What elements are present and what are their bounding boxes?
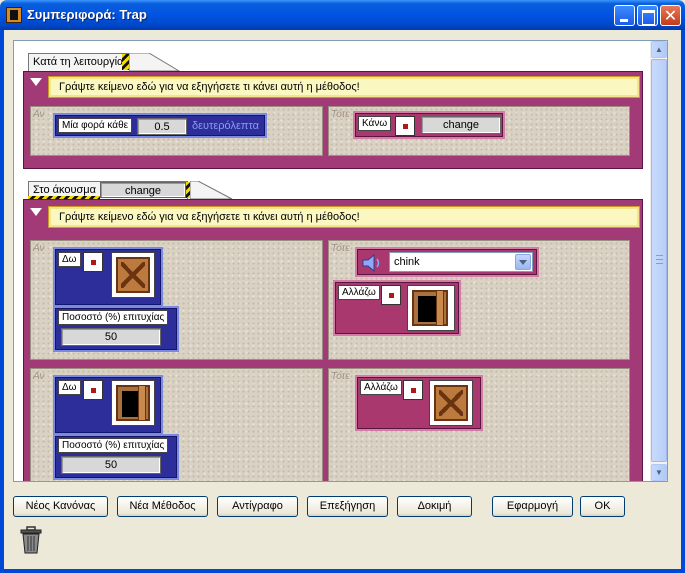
subrule-separator [24, 362, 642, 366]
window-frame-right [681, 30, 685, 573]
interval-field[interactable]: 0.5 [137, 118, 187, 135]
tab-slope [129, 53, 181, 72]
if-pane: Αν Δω Ποσοστό (%) επιτυχίας 50 [30, 240, 323, 360]
chance-label: Ποσοστό (%) επιτυχίας [58, 310, 169, 325]
target-selector-button[interactable] [381, 285, 401, 305]
closed-door-icon [116, 257, 150, 293]
explain-button[interactable]: Επεξήγηση [307, 496, 388, 517]
then-label: Τότε [331, 109, 350, 120]
seconds-label: δευτερόλεπτα [192, 120, 259, 132]
chance-condition[interactable]: Ποσοστό (%) επιτυχίας 50 [53, 306, 179, 352]
then-pane: Τότε Αλλάζω [328, 368, 630, 481]
ok-button[interactable]: OK [580, 496, 625, 517]
target-selector-button[interactable] [83, 252, 103, 272]
rule-tab-label: Κατά τη λειτουργία [33, 56, 124, 68]
change-label: Αλλάζω [338, 285, 380, 300]
rule-description[interactable]: Γράψτε κείμενο εδώ για να εξηγήσετε τι κ… [48, 76, 640, 98]
open-door-sprite[interactable] [111, 380, 155, 426]
target-selector-button[interactable] [403, 380, 423, 400]
chance-field[interactable]: 50 [61, 456, 161, 474]
rule-block-on-hearing: Γράψτε κείμενο εδώ για να εξηγήσετε τι κ… [23, 199, 643, 481]
then-label: Τότε [331, 371, 350, 382]
if-label: Αν [33, 371, 45, 382]
copy-button[interactable]: Αντίγραφο [217, 496, 298, 517]
grip-icon [656, 255, 663, 264]
collapse-arrow-icon[interactable] [30, 208, 42, 216]
chance-label: Ποσοστό (%) επιτυχίας [58, 438, 169, 453]
change-action[interactable]: Αλλάζω [333, 280, 461, 336]
closed-door-icon [434, 385, 468, 421]
if-label: Αν [33, 243, 45, 254]
see-label: Δω [58, 252, 81, 267]
do-action[interactable]: Κάνω change [353, 111, 505, 139]
sound-select-value: chink [394, 256, 420, 268]
timer-condition[interactable]: Μία φορά κάθε 0.5 δευτερόλεπτα [53, 113, 267, 138]
trigger-field[interactable]: change [100, 182, 186, 198]
vertical-scrollbar[interactable]: ▲ ▼ [650, 41, 667, 481]
then-pane: Τότε chink Αλλάζω [328, 240, 630, 360]
if-pane: Αν Μία φορά κάθε 0.5 δευτερόλεπτα [30, 106, 323, 156]
open-door-icon [116, 385, 150, 421]
speaker-icon [362, 254, 380, 272]
tab-slope [190, 181, 233, 200]
rule-tab-while-running[interactable]: Κατά τη λειτουργία [28, 53, 130, 71]
see-condition[interactable]: Δω [53, 247, 163, 307]
do-label: Κάνω [358, 116, 392, 131]
rule-block-while-running: Γράψτε κείμενο εδώ για να εξηγήσετε τι κ… [23, 71, 643, 169]
scroll-down-button[interactable]: ▼ [651, 464, 667, 481]
new-method-button[interactable]: Νέα Μέθοδος [117, 496, 208, 517]
open-door-sprite[interactable] [407, 285, 455, 331]
close-icon: ✕ [663, 6, 678, 25]
new-rule-button[interactable]: Νέος Κανόνας [13, 496, 108, 517]
target-selector-button[interactable] [395, 116, 415, 136]
chance-field[interactable]: 50 [61, 328, 161, 346]
if-pane: Αν Δω Ποσοστό (%) επιτυχίας 50 [30, 368, 323, 481]
action-field[interactable]: change [421, 116, 501, 134]
chevron-down-icon[interactable] [515, 254, 531, 270]
test-button[interactable]: Δοκιμή [397, 496, 472, 517]
see-label: Δω [58, 380, 81, 395]
window-frame-bottom [0, 569, 685, 573]
window-frame-left [0, 30, 4, 573]
app-icon [6, 7, 22, 23]
rule-tab-label: Στο άκουσμα [33, 184, 96, 196]
apply-button[interactable]: Εφαρμογή [492, 496, 573, 517]
see-condition[interactable]: Δω [53, 375, 163, 435]
scroll-up-button[interactable]: ▲ [651, 41, 667, 58]
closed-door-sprite[interactable] [429, 380, 473, 426]
collapse-arrow-icon[interactable] [30, 78, 42, 86]
maximize-button[interactable] [637, 5, 658, 26]
sound-action[interactable]: chink [355, 247, 539, 277]
change-label: Αλλάζω [360, 380, 402, 395]
then-pane: Τότε Κάνω change [328, 106, 630, 156]
minimize-button[interactable] [614, 5, 635, 26]
rules-editor: Κατά τη λειτουργία Γράψτε κείμενο εδώ γι… [13, 40, 668, 482]
sound-select[interactable]: chink [389, 252, 533, 272]
drag-handle[interactable] [122, 54, 129, 70]
title-bar: Συμπεριφορά: Trap ✕ [0, 0, 685, 30]
change-action[interactable]: Αλλάζω [355, 375, 483, 431]
scroll-thumb[interactable] [651, 59, 667, 462]
trash-icon[interactable] [20, 526, 42, 554]
open-door-icon [412, 290, 448, 326]
rule-description[interactable]: Γράψτε κείμενο εδώ για να εξηγήσετε τι κ… [48, 206, 640, 228]
target-selector-button[interactable] [83, 380, 103, 400]
closed-door-sprite[interactable] [111, 252, 155, 298]
window-title: Συμπεριφορά: Trap [27, 7, 147, 22]
then-label: Τότε [331, 243, 350, 254]
close-button[interactable]: ✕ [660, 5, 681, 26]
every-label: Μία φορά κάθε [58, 118, 133, 133]
if-label: Αν [33, 109, 45, 120]
chance-condition[interactable]: Ποσοστό (%) επιτυχίας 50 [53, 434, 179, 480]
